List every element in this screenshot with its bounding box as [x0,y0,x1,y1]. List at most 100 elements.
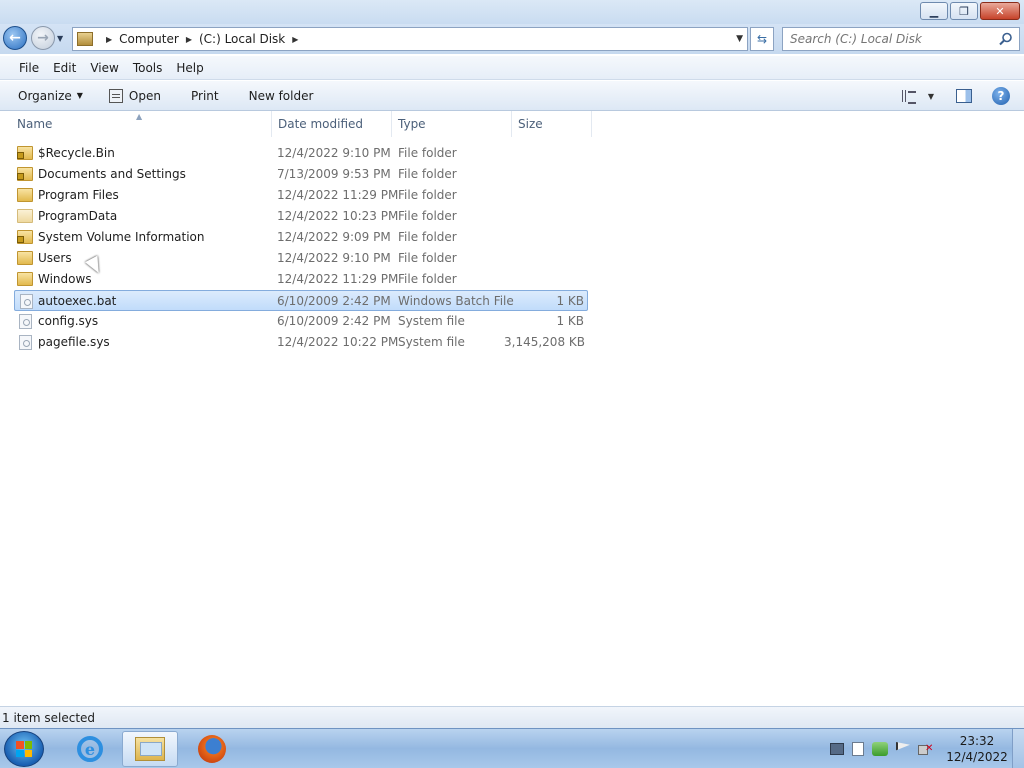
file-row[interactable]: pagefile.sys 12/4/2022 10:22 PM System f… [0,332,590,353]
system-file-icon [19,335,32,350]
file-row[interactable]: $Recycle.Bin 12/4/2022 9:10 PM File fold… [0,143,590,164]
firefox-icon [198,735,226,763]
breadcrumb-local-disk[interactable]: (C:) Local Disk [199,32,285,46]
folder-icon [17,251,33,265]
organize-label: Organize [18,88,72,103]
breadcrumb-computer[interactable]: Computer [119,32,179,46]
new-folder-button[interactable]: New folder [241,85,322,107]
search-input[interactable] [790,32,990,46]
windows-logo-icon [16,741,32,757]
menu-tools[interactable]: Tools [126,61,170,75]
address-bar[interactable]: ▶ Computer ▶ (C:) Local Disk ▶ ▼ [72,27,748,51]
chevron-right-icon[interactable]: ▶ [186,35,192,44]
network-icon[interactable] [872,742,888,756]
sort-ascending-icon: ▲ [136,112,143,121]
folder-icon [17,272,33,286]
help-icon[interactable]: ? [992,87,1010,105]
taskbar-windows-explorer[interactable] [122,731,178,767]
file-type: File folder [398,167,457,181]
column-header-size[interactable]: Size [513,111,592,137]
print-label: Print [190,88,219,103]
file-type: File folder [398,272,457,286]
taskbar-firefox[interactable] [184,731,240,767]
file-type: File folder [398,209,457,223]
maximize-button[interactable]: ❐ [950,2,978,20]
file-name: pagefile.sys [38,335,110,349]
folder-icon [17,188,33,202]
column-label-name: Name [17,117,53,131]
menu-file[interactable]: File [12,61,46,75]
file-size [504,164,584,185]
file-row[interactable]: config.sys 6/10/2009 2:42 PM System file… [0,311,590,332]
file-size [504,185,584,206]
taskbar: e 23:32 12/4/2022 [0,728,1024,768]
start-button[interactable] [4,731,44,767]
chevron-down-icon: ▼ [76,91,83,100]
menu-view[interactable]: View [83,61,125,75]
file-name: $Recycle.Bin [38,146,115,160]
forward-button[interactable]: → [31,26,55,50]
file-size [504,248,584,269]
window-controls: ▁ ❐ ✕ [920,2,1020,20]
minimize-button[interactable]: ▁ [920,2,948,20]
column-label-type: Type [398,117,426,131]
file-row[interactable]: Documents and Settings 7/13/2009 9:53 PM… [0,164,590,185]
taskbar-internet-explorer[interactable]: e [62,731,118,767]
search-box[interactable] [782,27,1020,51]
file-date: 12/4/2022 9:10 PM [277,146,391,160]
view-options-dropdown-icon[interactable]: ▼ [928,92,934,101]
file-name: System Volume Information [38,230,205,244]
column-header-type[interactable]: Type [393,111,512,137]
show-desktop-button[interactable] [1012,729,1024,768]
forward-arrow-icon: → [37,30,49,46]
file-row[interactable]: Windows 12/4/2022 11:29 PM File folder [0,269,590,290]
organize-button[interactable]: Organize ▼ [10,85,91,107]
volume-muted-icon[interactable] [918,742,934,756]
file-name: Documents and Settings [38,167,186,181]
document-icon[interactable] [852,742,864,756]
refresh-icon: ⇆ [756,32,768,46]
view-controls: ▼ ? [901,81,1024,111]
menu-bar: File Edit View Tools Help [0,56,1024,80]
file-size [504,206,584,227]
menu-edit[interactable]: Edit [46,61,83,75]
chevron-right-icon[interactable]: ▶ [106,35,112,44]
column-label-size: Size [518,117,543,131]
change-view-icon[interactable] [901,90,918,104]
file-type: File folder [398,146,457,160]
lock-icon [17,236,24,243]
column-header-row: Name ▲ Date modified Type Size [0,111,1024,137]
file-row-selected[interactable]: autoexec.bat 6/10/2009 2:42 PM Windows B… [14,290,588,311]
menu-help[interactable]: Help [169,61,210,75]
column-header-date[interactable]: Date modified [273,111,392,137]
search-icon[interactable] [999,32,1013,46]
file-type: Windows Batch File [398,294,514,308]
address-dropdown-icon[interactable]: ▼ [736,34,743,44]
clock[interactable]: 23:32 12/4/2022 [942,733,1012,765]
hidden-folder-icon [17,209,33,223]
action-center-flag-icon[interactable] [896,742,910,751]
file-name: autoexec.bat [38,294,117,308]
file-name: Windows [38,272,92,286]
file-date: 12/4/2022 10:23 PM [277,209,399,223]
close-button[interactable]: ✕ [980,2,1020,20]
file-date: 12/4/2022 11:29 PM [277,272,399,286]
system-tray: 23:32 12/4/2022 [830,729,1024,768]
preview-pane-icon[interactable] [956,89,972,103]
refresh-button[interactable]: ⇆ [750,27,774,51]
back-button[interactable]: ← [3,26,27,50]
file-row[interactable]: Program Files 12/4/2022 11:29 PM File fo… [0,185,590,206]
file-size [504,269,584,290]
chevron-right-icon[interactable]: ▶ [292,35,298,44]
file-row[interactable]: ProgramData 12/4/2022 10:23 PM File fold… [0,206,590,227]
print-button[interactable]: Print [183,85,227,107]
new-folder-label: New folder [248,88,314,103]
locked-folder-icon [17,167,33,181]
file-list: $Recycle.Bin 12/4/2022 9:10 PM File fold… [0,143,1024,353]
open-button[interactable]: Open [101,85,169,107]
file-row[interactable]: System Volume Information 12/4/2022 9:09… [0,227,590,248]
recent-pages-dropdown[interactable]: ▼ [57,34,63,43]
device-icon[interactable] [830,743,844,755]
status-bar: 1 item selected [0,706,1024,728]
file-size [504,227,584,248]
